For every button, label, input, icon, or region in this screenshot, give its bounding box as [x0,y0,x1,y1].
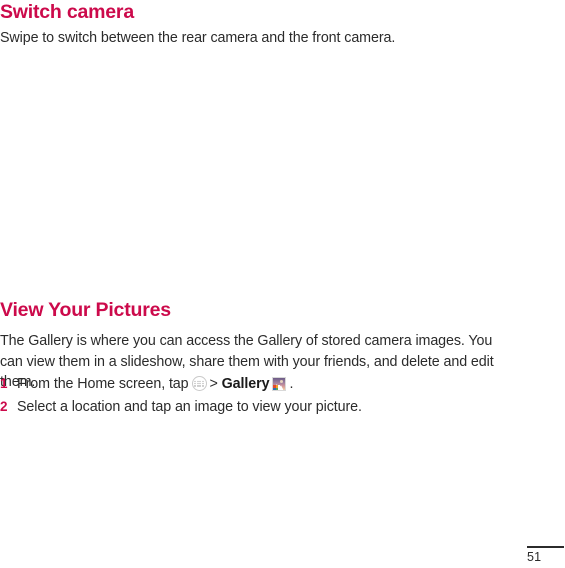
instruction-steps-list: 1 From the Home screen, tap > Gallery. 2 … [0,373,540,418]
page-number: 51 [527,550,542,564]
apps-icon-dots [194,380,204,387]
list-item: 1 From the Home screen, tap > Gallery. [0,373,540,396]
section-heading-view-your-pictures: View Your Pictures [0,299,171,321]
step-number: 2 [0,398,8,414]
step-content: Select a location and tap an image to vi… [17,398,362,415]
step-number: 1 [0,376,8,391]
gallery-icon-swatches [273,385,281,390]
page-footer: 51 [527,546,565,565]
gallery-app-label[interactable]: Gallery [222,376,270,392]
step-text-before-icon: From the Home screen, tap [17,376,189,392]
step-separator: > [209,376,218,392]
page-title: Switch camera [0,1,134,23]
apps-grid-icon[interactable] [191,376,207,391]
gallery-photo-icon[interactable] [272,377,287,391]
switch-camera-description: Swipe to switch between the rear camera … [0,30,396,46]
footer-divider [527,546,564,548]
step-text-after-icon: . [289,376,294,392]
list-item: 2 Select a location and tap an image to … [0,396,540,419]
manual-page: Switch camera Swipe to switch between th… [0,0,565,568]
step-content: From the Home screen, tap > Gallery. [17,374,540,396]
gallery-icon-sun [280,380,284,383]
